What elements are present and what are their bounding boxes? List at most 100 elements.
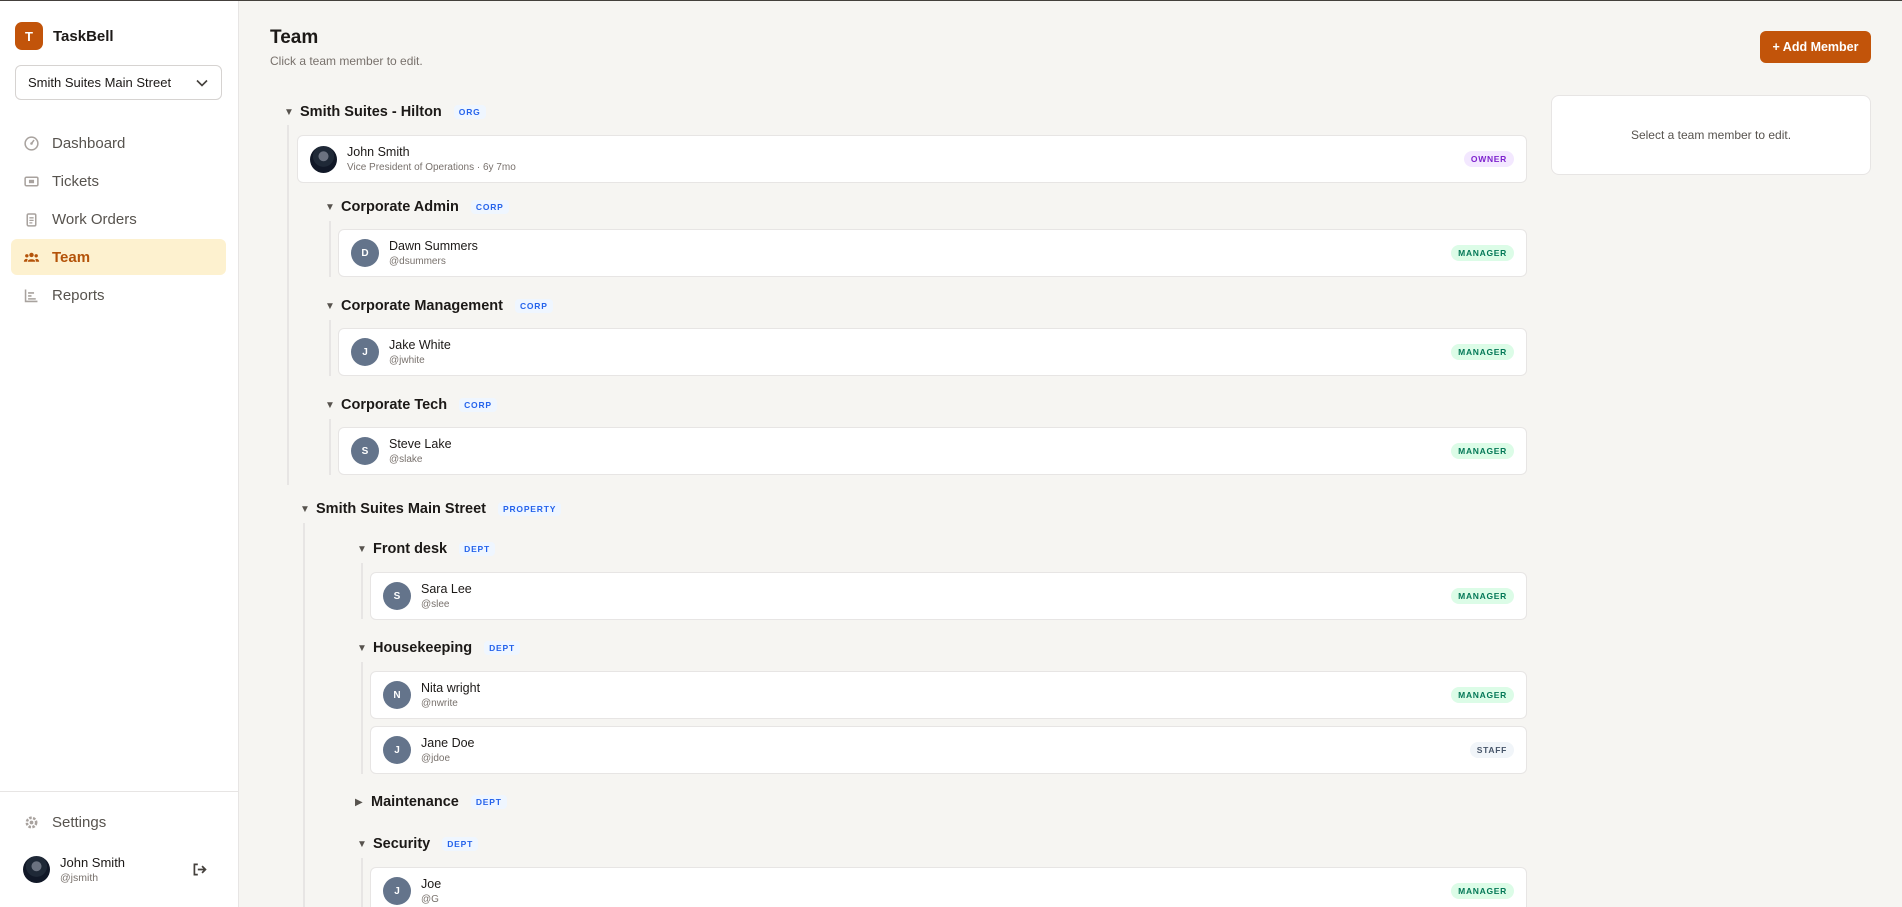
member-card[interactable]: J Joe @G MANAGER <box>370 867 1527 907</box>
sidebar-item-label: Work Orders <box>52 210 137 228</box>
role-badge: MANAGER <box>1451 344 1514 360</box>
avatar: J <box>351 338 379 366</box>
app-name: TaskBell <box>53 27 114 45</box>
member-card[interactable]: D Dawn Summers @dsummers MANAGER <box>338 229 1527 277</box>
caret-right-icon: ▶ <box>355 796 363 808</box>
member-name: Dawn Summers <box>389 239 478 253</box>
brand[interactable]: T TaskBell <box>15 22 114 50</box>
sidebar-item-label: Tickets <box>52 172 99 190</box>
sidebar-item-tickets[interactable]: Tickets <box>11 163 226 199</box>
clipboard-icon <box>26 212 37 227</box>
caret-down-icon: ▼ <box>300 503 310 515</box>
logout-icon[interactable] <box>191 861 208 878</box>
member-name: Sara Lee <box>421 582 472 596</box>
tree-line <box>361 563 363 619</box>
group-header-housekeeping[interactable]: ▼ Housekeeping DEPT <box>357 637 520 659</box>
member-card[interactable]: S Steve Lake @slake MANAGER <box>338 427 1527 475</box>
group-header-maintenance[interactable]: ▶ Maintenance DEPT <box>355 791 507 813</box>
role-badge: MANAGER <box>1451 443 1514 459</box>
user-name: John Smith <box>60 855 126 870</box>
sidebar-divider <box>0 791 239 792</box>
group-tag: DEPT <box>442 837 479 851</box>
group-tag: DEPT <box>470 795 507 809</box>
property-select-value: Smith Suites Main Street <box>28 75 172 90</box>
user-handle: @jsmith <box>60 872 99 884</box>
tree-line <box>329 221 331 277</box>
group-header-corporate-tech[interactable]: ▼ Corporate Tech CORP <box>325 394 497 416</box>
member-name: Jane Doe <box>421 736 475 750</box>
tree-line <box>303 523 305 907</box>
caret-down-icon: ▼ <box>357 838 367 850</box>
sidebar-item-label: Reports <box>52 286 105 304</box>
sidebar-item-work-orders[interactable]: Work Orders <box>11 201 226 237</box>
avatar: J <box>383 736 411 764</box>
group-header-org[interactable]: ▼ Smith Suites - Hilton ORG <box>284 101 486 123</box>
group-header-property[interactable]: ▼ Smith Suites Main Street PROPERTY <box>300 498 562 520</box>
sidebar-item-reports[interactable]: Reports <box>11 277 226 313</box>
role-badge: STAFF <box>1469 742 1514 758</box>
sidebar-item-dashboard[interactable]: Dashboard <box>11 125 226 161</box>
member-handle: @jwhite <box>389 355 425 366</box>
avatar: S <box>383 582 411 610</box>
member-card[interactable]: John Smith Vice President of Operations … <box>297 135 1527 183</box>
sidebar-nav: Dashboard Tickets Work Orders Team Repor… <box>11 125 226 315</box>
role-badge: MANAGER <box>1451 883 1514 899</box>
member-name: Joe <box>421 877 442 891</box>
member-handle: @G <box>421 894 439 905</box>
app-logo: T <box>15 22 43 50</box>
sidebar-item-label: Dashboard <box>52 134 126 152</box>
tree-line <box>287 125 289 485</box>
sidebar: T TaskBell Smith Suites Main Street Dash… <box>0 1 239 907</box>
member-card[interactable]: J Jane Doe @jdoe STAFF <box>370 726 1527 774</box>
avatar: J <box>383 877 411 905</box>
avatar: N <box>383 681 411 709</box>
group-tag: CORP <box>470 200 509 214</box>
member-card[interactable]: S Sara Lee @slee MANAGER <box>370 572 1527 620</box>
member-handle: @nwrite <box>421 698 458 709</box>
settings-label: Settings <box>52 813 107 831</box>
group-header-corporate-admin[interactable]: ▼ Corporate Admin CORP <box>325 196 509 218</box>
member-handle: @slee <box>421 599 450 610</box>
member-name: Jake White <box>389 338 451 352</box>
users-icon <box>23 252 40 262</box>
tree-line <box>329 419 331 475</box>
group-tag: ORG <box>453 105 486 119</box>
tree-line <box>361 858 363 907</box>
member-handle: @jdoe <box>421 753 451 764</box>
caret-down-icon: ▼ <box>325 201 335 213</box>
detail-placeholder: Select a team member to edit. <box>1630 128 1792 142</box>
group-name: Corporate Management <box>341 298 503 314</box>
group-name: Smith Suites Main Street <box>316 501 487 517</box>
page-title: Team <box>270 27 319 48</box>
member-card[interactable]: N Nita wright @nwrite MANAGER <box>370 671 1527 719</box>
group-name: Maintenance <box>371 794 459 810</box>
chart-icon <box>24 289 38 302</box>
group-tag: DEPT <box>459 542 495 556</box>
add-member-button[interactable]: + Add Member <box>1760 31 1871 63</box>
ticket-icon <box>24 175 39 187</box>
group-name: Front desk <box>373 541 448 557</box>
role-badge: MANAGER <box>1451 245 1514 261</box>
avatar <box>23 856 50 883</box>
member-detail-panel: Select a team member to edit. <box>1551 95 1871 175</box>
role-badge: MANAGER <box>1451 687 1514 703</box>
current-user: John Smith @jsmith <box>23 855 208 884</box>
group-tag: CORP <box>459 398 497 412</box>
group-tag: DEPT <box>484 641 520 655</box>
chevron-down-icon <box>196 79 208 87</box>
group-header-corporate-management[interactable]: ▼ Corporate Management CORP <box>325 295 553 317</box>
caret-down-icon: ▼ <box>325 399 335 411</box>
group-tag: CORP <box>514 299 553 313</box>
sidebar-item-team[interactable]: Team <box>11 239 226 275</box>
group-header-front-desk[interactable]: ▼ Front desk DEPT <box>357 538 495 560</box>
member-card[interactable]: J Jake White @jwhite MANAGER <box>338 328 1527 376</box>
avatar: D <box>351 239 379 267</box>
group-header-security[interactable]: ▼ Security DEPT <box>357 833 479 855</box>
dashboard-icon <box>24 135 39 151</box>
group-name: Corporate Tech <box>341 397 448 413</box>
member-handle: @dsummers <box>389 256 446 267</box>
caret-down-icon: ▼ <box>357 642 367 654</box>
sidebar-item-settings[interactable]: Settings <box>11 804 226 840</box>
avatar: S <box>351 437 379 465</box>
property-select[interactable]: Smith Suites Main Street <box>15 65 222 100</box>
